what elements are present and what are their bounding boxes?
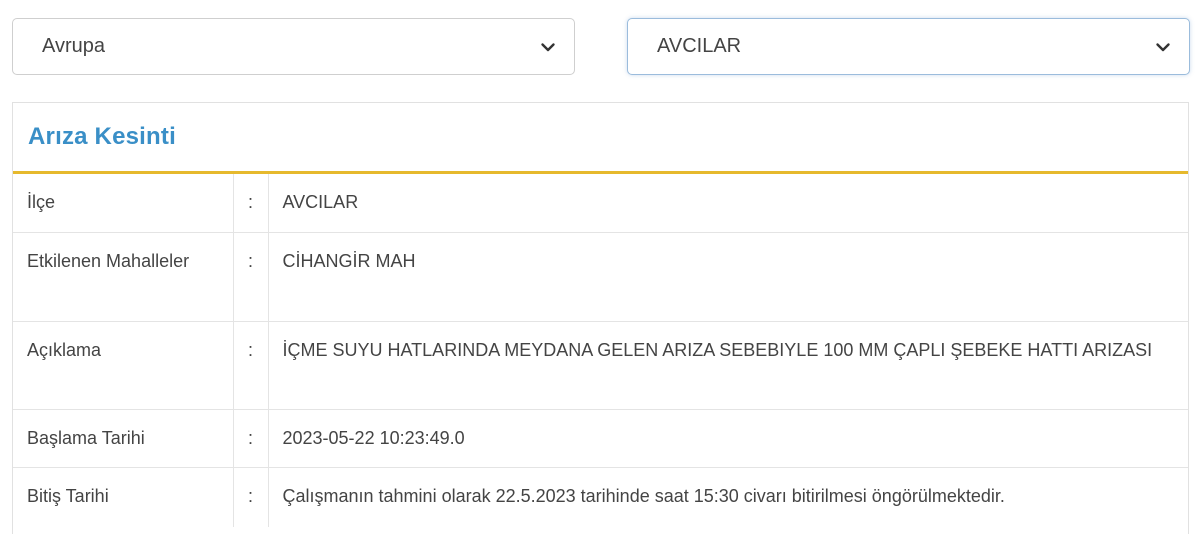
table-row-district: İlçe : AVCILAR bbox=[13, 174, 1188, 232]
chevron-down-icon bbox=[540, 39, 556, 55]
district-select[interactable]: AVCILAR bbox=[627, 18, 1190, 75]
table-row-end-date: Bitiş Tarihi : Çalışmanın tahmini olarak… bbox=[13, 466, 1188, 527]
row-label: Başlama Tarihi bbox=[13, 408, 233, 467]
row-separator: : bbox=[232, 231, 269, 321]
row-label: Açıklama bbox=[13, 320, 233, 409]
chevron-down-icon bbox=[1155, 39, 1171, 55]
row-value: AVCILAR bbox=[282, 192, 359, 212]
row-label: Bitiş Tarihi bbox=[13, 466, 233, 527]
panel-title: Arıza Kesinti bbox=[28, 123, 176, 150]
region-select[interactable]: Avrupa bbox=[12, 18, 575, 75]
region-select-value: Avrupa bbox=[42, 35, 106, 57]
outage-page: Avrupa AVCILAR Arıza Kesinti İlçe : AVCI… bbox=[0, 0, 1200, 534]
table-row-start-date: Başlama Tarihi : 2023-05-22 10:23:49.0 bbox=[13, 408, 1188, 467]
outage-panel: Arıza Kesinti İlçe : AVCILAR Etkilenen M… bbox=[12, 102, 1189, 534]
outage-details-table: İlçe : AVCILAR Etkilenen Mahalleler : Cİ… bbox=[13, 174, 1188, 527]
row-separator: : bbox=[232, 174, 269, 232]
row-label: İlçe bbox=[27, 192, 56, 212]
row-label: Etkilenen Mahalleler bbox=[13, 231, 233, 321]
row-value: İÇME SUYU HATLARINDA MEYDANA GELEN ARIZA… bbox=[268, 320, 1188, 409]
row-value: 2023-05-22 10:23:49.0 bbox=[268, 408, 1188, 467]
panel-header: Arıza Kesinti bbox=[13, 103, 1188, 174]
row-separator: : bbox=[232, 466, 269, 527]
row-separator: : bbox=[232, 408, 269, 467]
row-value: CİHANGİR MAH bbox=[268, 231, 1188, 321]
table-row-description: Açıklama : İÇME SUYU HATLARINDA MEYDANA … bbox=[13, 320, 1188, 409]
table-row-neighborhoods: Etkilenen Mahalleler : CİHANGİR MAH bbox=[13, 231, 1188, 321]
district-select-value: AVCILAR bbox=[657, 35, 742, 57]
row-value: Çalışmanın tahmini olarak 22.5.2023 tari… bbox=[268, 466, 1188, 527]
row-separator: : bbox=[232, 320, 269, 409]
